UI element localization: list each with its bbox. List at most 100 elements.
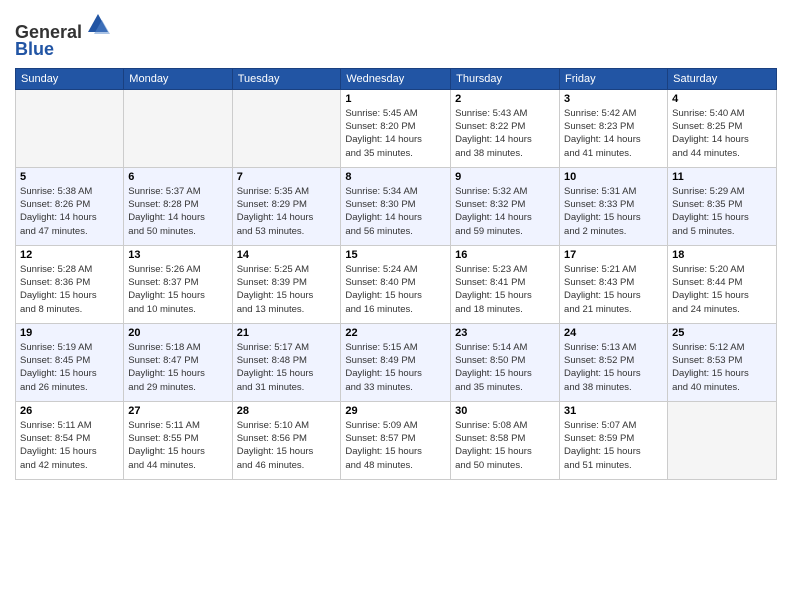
calendar-cell: 20 Sunrise: 5:18 AM Sunset: 8:47 PM Dayli… (124, 323, 232, 401)
cell-info-text: Sunrise: 5:38 AM Sunset: 8:26 PM Dayligh… (20, 185, 119, 238)
calendar-cell: 12Sunrise: 5:28 AM Sunset: 8:36 PM Dayli… (16, 245, 124, 323)
cell-info-text: Sunrise: 5:21 AM Sunset: 8:43 PM Dayligh… (564, 263, 663, 316)
calendar-cell: 14 Sunrise: 5:25 AM Sunset: 8:39 PM Dayli… (232, 245, 341, 323)
cell-info-text: Sunrise: 5:10 AM Sunset: 8:56 PM Dayligh… (237, 419, 337, 472)
cell-info-text: Sunrise: 5:42 AM Sunset: 8:23 PM Dayligh… (564, 107, 663, 160)
cell-info-text: Sunrise: 5:31 AM Sunset: 8:33 PM Dayligh… (564, 185, 663, 238)
cell-date-number: 7 (237, 171, 337, 183)
calendar-week-row: 19 Sunrise: 5:19 AM Sunset: 8:45 PM Dayli… (16, 323, 777, 401)
cell-date-number: 23 (455, 327, 555, 339)
cell-info-text: Sunrise: 5:15 AM Sunset: 8:49 PM Dayligh… (345, 341, 446, 394)
weekday-header: Thursday (451, 68, 560, 89)
cell-info-text: Sunrise: 5:32 AM Sunset: 8:32 PM Dayligh… (455, 185, 555, 238)
calendar-cell (124, 89, 232, 167)
calendar-week-row: 26 Sunrise: 5:11 AM Sunset: 8:54 PM Dayli… (16, 401, 777, 479)
calendar-week-row: 1Sunrise: 5:45 AM Sunset: 8:20 PM Daylig… (16, 89, 777, 167)
cell-date-number: 24 (564, 327, 663, 339)
header: General Blue (15, 10, 777, 60)
cell-date-number: 28 (237, 405, 337, 417)
cell-info-text: Sunrise: 5:35 AM Sunset: 8:29 PM Dayligh… (237, 185, 337, 238)
cell-info-text: Sunrise: 5:11 AM Sunset: 8:55 PM Dayligh… (128, 419, 227, 472)
calendar-cell: 25 Sunrise: 5:12 AM Sunset: 8:53 PM Dayli… (668, 323, 777, 401)
cell-info-text: Sunrise: 5:20 AM Sunset: 8:44 PM Dayligh… (672, 263, 772, 316)
weekday-header: Sunday (16, 68, 124, 89)
cell-date-number: 29 (345, 405, 446, 417)
page: General Blue SundayMondayTuesdayWednesda… (0, 0, 792, 612)
cell-date-number: 14 (237, 249, 337, 261)
cell-info-text: Sunrise: 5:43 AM Sunset: 8:22 PM Dayligh… (455, 107, 555, 160)
cell-info-text: Sunrise: 5:14 AM Sunset: 8:50 PM Dayligh… (455, 341, 555, 394)
calendar-cell: 8Sunrise: 5:34 AM Sunset: 8:30 PM Daylig… (341, 167, 451, 245)
cell-info-text: Sunrise: 5:40 AM Sunset: 8:25 PM Dayligh… (672, 107, 772, 160)
weekday-header: Monday (124, 68, 232, 89)
cell-date-number: 6 (128, 171, 227, 183)
cell-info-text: Sunrise: 5:17 AM Sunset: 8:48 PM Dayligh… (237, 341, 337, 394)
logo-icon (84, 10, 112, 38)
calendar-cell: 6 Sunrise: 5:37 AM Sunset: 8:28 PM Daylig… (124, 167, 232, 245)
cell-date-number: 25 (672, 327, 772, 339)
calendar-header-row: SundayMondayTuesdayWednesdayThursdayFrid… (16, 68, 777, 89)
cell-date-number: 2 (455, 93, 555, 105)
cell-date-number: 16 (455, 249, 555, 261)
cell-date-number: 11 (672, 171, 772, 183)
cell-info-text: Sunrise: 5:07 AM Sunset: 8:59 PM Dayligh… (564, 419, 663, 472)
calendar-cell: 24 Sunrise: 5:13 AM Sunset: 8:52 PM Dayli… (560, 323, 668, 401)
cell-info-text: Sunrise: 5:24 AM Sunset: 8:40 PM Dayligh… (345, 263, 446, 316)
calendar-cell: 10 Sunrise: 5:31 AM Sunset: 8:33 PM Dayli… (560, 167, 668, 245)
calendar-cell: 27 Sunrise: 5:11 AM Sunset: 8:55 PM Dayli… (124, 401, 232, 479)
cell-info-text: Sunrise: 5:29 AM Sunset: 8:35 PM Dayligh… (672, 185, 772, 238)
cell-date-number: 31 (564, 405, 663, 417)
calendar-cell: 4 Sunrise: 5:40 AM Sunset: 8:25 PM Daylig… (668, 89, 777, 167)
cell-info-text: Sunrise: 5:28 AM Sunset: 8:36 PM Dayligh… (20, 263, 119, 316)
calendar-cell: 23 Sunrise: 5:14 AM Sunset: 8:50 PM Dayli… (451, 323, 560, 401)
cell-date-number: 13 (128, 249, 227, 261)
cell-date-number: 21 (237, 327, 337, 339)
cell-date-number: 26 (20, 405, 119, 417)
cell-info-text: Sunrise: 5:18 AM Sunset: 8:47 PM Dayligh… (128, 341, 227, 394)
cell-date-number: 15 (345, 249, 446, 261)
calendar-week-row: 12Sunrise: 5:28 AM Sunset: 8:36 PM Dayli… (16, 245, 777, 323)
cell-date-number: 22 (345, 327, 446, 339)
cell-date-number: 8 (345, 171, 446, 183)
cell-date-number: 27 (128, 405, 227, 417)
cell-info-text: Sunrise: 5:08 AM Sunset: 8:58 PM Dayligh… (455, 419, 555, 472)
calendar-cell (16, 89, 124, 167)
calendar-cell: 30 Sunrise: 5:08 AM Sunset: 8:58 PM Dayli… (451, 401, 560, 479)
cell-info-text: Sunrise: 5:09 AM Sunset: 8:57 PM Dayligh… (345, 419, 446, 472)
cell-info-text: Sunrise: 5:25 AM Sunset: 8:39 PM Dayligh… (237, 263, 337, 316)
calendar-cell: 2 Sunrise: 5:43 AM Sunset: 8:22 PM Daylig… (451, 89, 560, 167)
cell-info-text: Sunrise: 5:13 AM Sunset: 8:52 PM Dayligh… (564, 341, 663, 394)
cell-date-number: 10 (564, 171, 663, 183)
calendar-cell: 28 Sunrise: 5:10 AM Sunset: 8:56 PM Dayli… (232, 401, 341, 479)
weekday-header: Saturday (668, 68, 777, 89)
cell-date-number: 3 (564, 93, 663, 105)
calendar-cell: 19 Sunrise: 5:19 AM Sunset: 8:45 PM Dayli… (16, 323, 124, 401)
calendar-cell: 15 Sunrise: 5:24 AM Sunset: 8:40 PM Dayli… (341, 245, 451, 323)
calendar-cell: 21 Sunrise: 5:17 AM Sunset: 8:48 PM Dayli… (232, 323, 341, 401)
cell-info-text: Sunrise: 5:11 AM Sunset: 8:54 PM Dayligh… (20, 419, 119, 472)
weekday-header: Tuesday (232, 68, 341, 89)
calendar-cell: 16Sunrise: 5:23 AM Sunset: 8:41 PM Dayli… (451, 245, 560, 323)
calendar-cell: 26 Sunrise: 5:11 AM Sunset: 8:54 PM Dayli… (16, 401, 124, 479)
calendar-week-row: 5 Sunrise: 5:38 AM Sunset: 8:26 PM Daylig… (16, 167, 777, 245)
calendar-cell: 22 Sunrise: 5:15 AM Sunset: 8:49 PM Dayli… (341, 323, 451, 401)
logo: General Blue (15, 10, 112, 60)
cell-info-text: Sunrise: 5:19 AM Sunset: 8:45 PM Dayligh… (20, 341, 119, 394)
calendar-table: SundayMondayTuesdayWednesdayThursdayFrid… (15, 68, 777, 480)
cell-date-number: 4 (672, 93, 772, 105)
calendar-cell (232, 89, 341, 167)
cell-date-number: 9 (455, 171, 555, 183)
cell-date-number: 30 (455, 405, 555, 417)
calendar-cell (668, 401, 777, 479)
cell-info-text: Sunrise: 5:26 AM Sunset: 8:37 PM Dayligh… (128, 263, 227, 316)
calendar-cell: 29 Sunrise: 5:09 AM Sunset: 8:57 PM Dayli… (341, 401, 451, 479)
calendar-cell: 5 Sunrise: 5:38 AM Sunset: 8:26 PM Daylig… (16, 167, 124, 245)
cell-date-number: 19 (20, 327, 119, 339)
cell-date-number: 17 (564, 249, 663, 261)
calendar-cell: 13 Sunrise: 5:26 AM Sunset: 8:37 PM Dayli… (124, 245, 232, 323)
cell-info-text: Sunrise: 5:12 AM Sunset: 8:53 PM Dayligh… (672, 341, 772, 394)
cell-date-number: 5 (20, 171, 119, 183)
cell-date-number: 20 (128, 327, 227, 339)
cell-info-text: Sunrise: 5:37 AM Sunset: 8:28 PM Dayligh… (128, 185, 227, 238)
cell-date-number: 18 (672, 249, 772, 261)
